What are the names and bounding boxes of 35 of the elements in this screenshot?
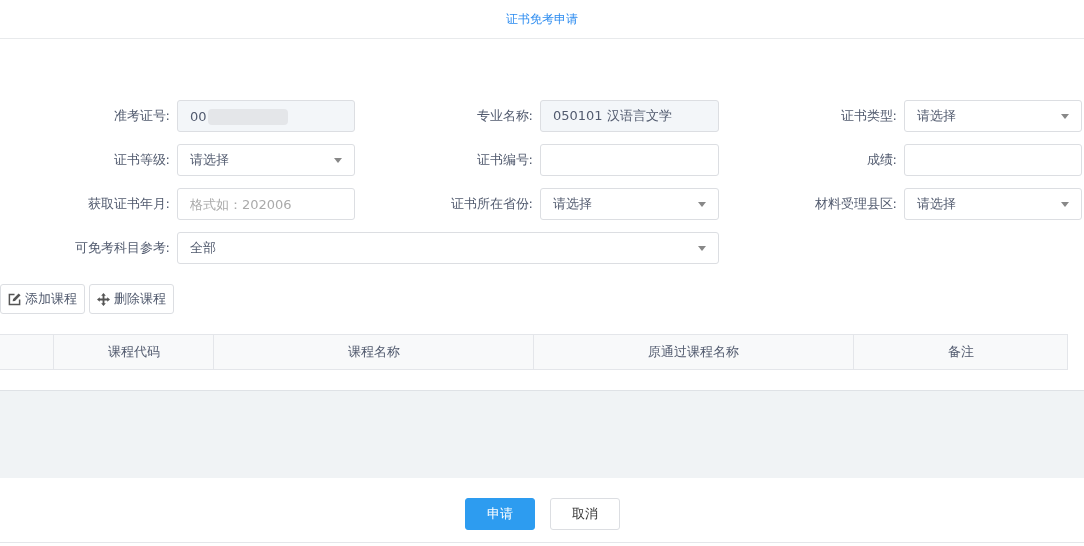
field-label: 证书所在省份: (449, 195, 533, 213)
field-label: 材料受理县区: (813, 195, 897, 213)
field-label: 专业名称: (475, 107, 533, 125)
caret-icon (698, 201, 706, 207)
caret-icon (1061, 201, 1069, 207)
field-label: 获取证书年月: (86, 195, 170, 213)
cancel-button[interactable]: 取消 (549, 498, 620, 530)
readonly-field: 050101 汉语言文学 (540, 100, 719, 132)
readonly-field: 00 (177, 100, 355, 132)
caret-icon (698, 245, 706, 251)
dialog-title: 证书免考申请 (506, 10, 578, 28)
caret-icon (1061, 113, 1069, 119)
caret-icon (334, 157, 342, 163)
field-label: 证书编号: (475, 151, 533, 169)
input-field[interactable]: 格式如：202006 (177, 188, 355, 220)
move-icon (97, 292, 110, 306)
input-field[interactable] (540, 144, 719, 176)
toolbar-button[interactable]: 添加课程 (0, 284, 85, 314)
field-label: 成绩: (865, 151, 897, 169)
field-label: 准考证号: (112, 107, 170, 125)
select-field[interactable]: 请选择 (904, 100, 1082, 132)
column-header: 课程代码 (53, 335, 213, 369)
edit-icon (8, 292, 21, 306)
field-label: 可免考科目参考: (73, 239, 170, 257)
select-field[interactable]: 请选择 (177, 144, 355, 176)
column-header: 备注 (853, 335, 1068, 369)
column-header: 课程名称 (213, 335, 533, 369)
input-field[interactable] (904, 144, 1082, 176)
field-label: 证书等级: (112, 151, 170, 169)
toolbar-button[interactable]: 删除课程 (89, 284, 174, 314)
select-field[interactable]: 请选择 (904, 188, 1082, 220)
field-label: 证书类型: (839, 107, 897, 125)
column-header: 原通过课程名称 (533, 335, 853, 369)
select-field[interactable]: 请选择 (540, 188, 719, 220)
select-field[interactable]: 全部 (177, 232, 719, 264)
